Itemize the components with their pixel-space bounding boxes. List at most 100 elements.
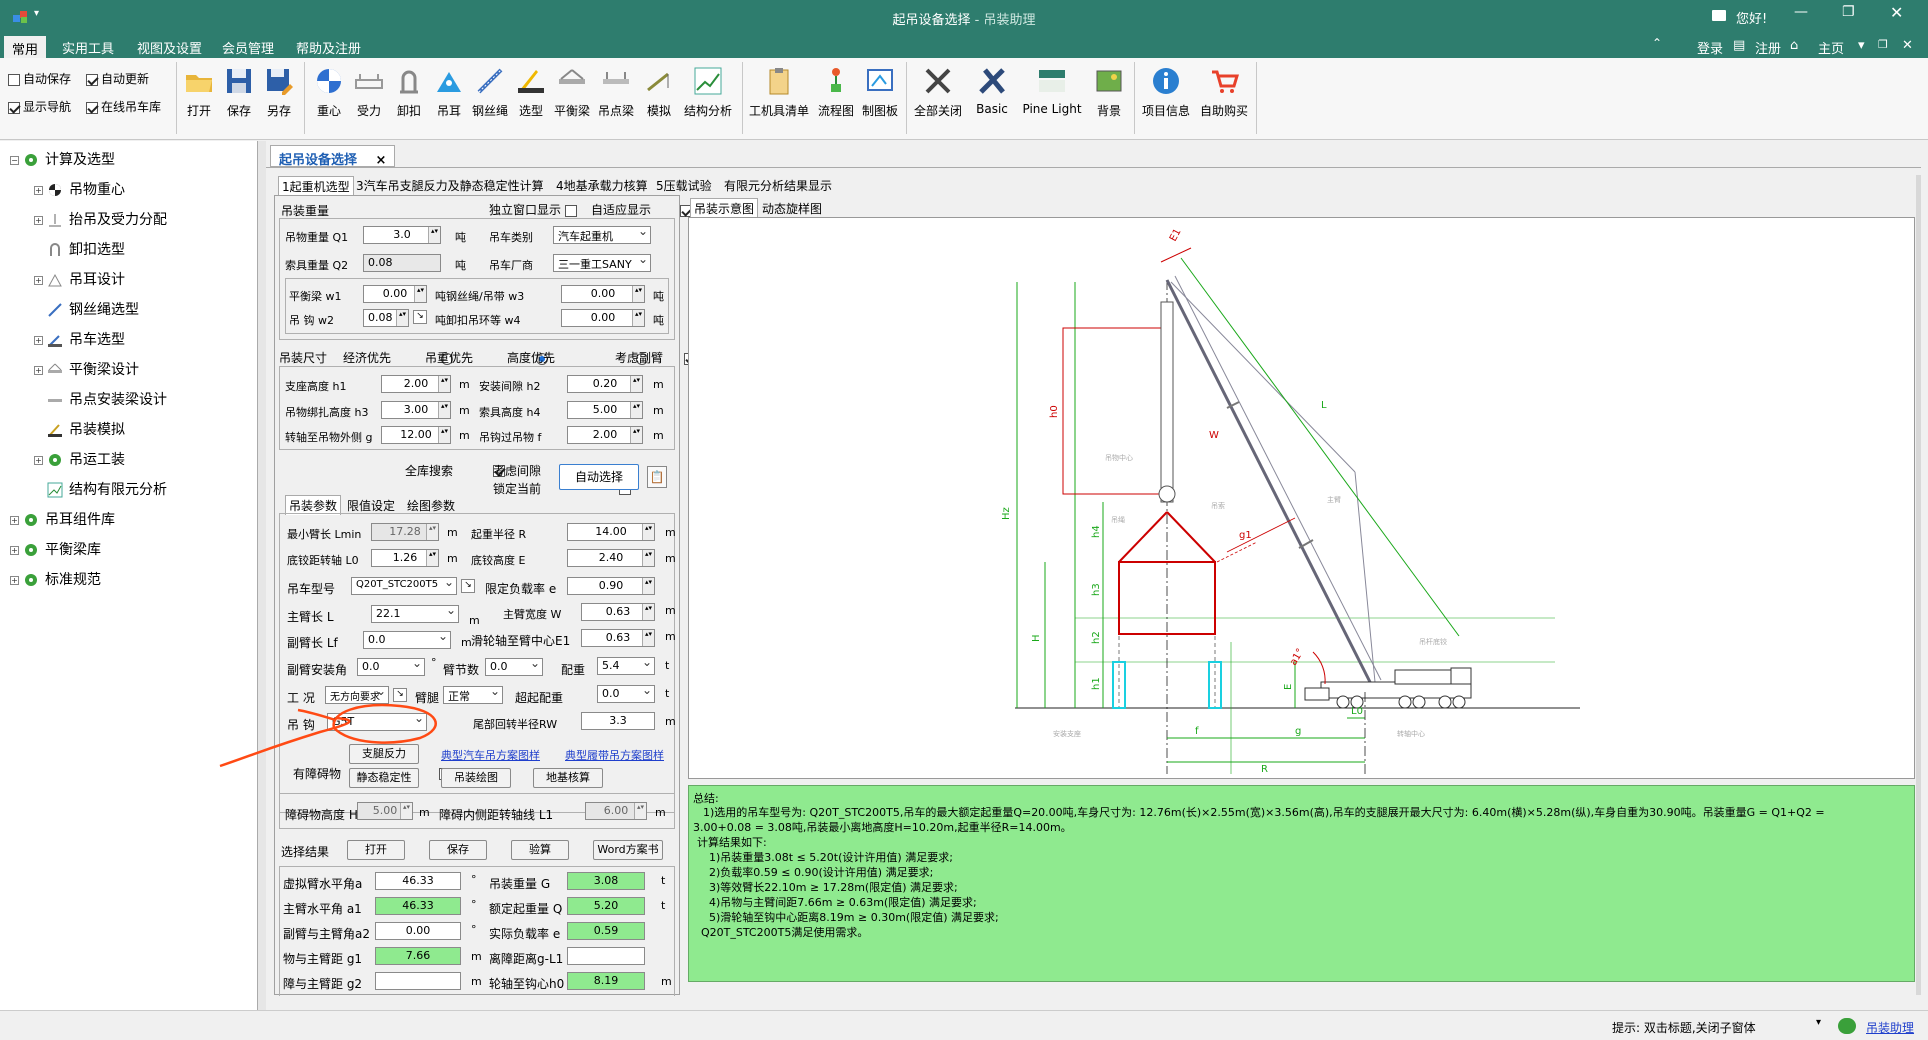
menu-view[interactable]: 视图及设置 <box>137 38 202 57</box>
lmin-input[interactable]: 17.28 <box>371 523 439 541</box>
open-button[interactable]: 打开 <box>182 66 216 119</box>
shackle-button[interactable]: 卸扣 <box>392 66 426 119</box>
balance-beam-button[interactable]: 平衡梁 <box>552 66 592 119</box>
check-autoupdate[interactable]: 自动更新 <box>86 70 149 87</box>
sections-select[interactable]: 0.0 <box>485 658 543 676</box>
tree-item-shackle[interactable]: +卸扣选型 <box>34 239 125 259</box>
save-as-button[interactable]: 另存 <box>262 66 296 119</box>
tree-item-install-beam[interactable]: +吊点安装梁设计 <box>34 389 167 409</box>
W-input[interactable]: 0.63 <box>581 603 655 621</box>
mdi-restore-icon[interactable]: ❐ <box>1878 38 1888 51</box>
params-tab-limits[interactable]: 限值设定 <box>347 497 395 514</box>
q1-input[interactable]: 3.0 <box>363 226 441 244</box>
register-link[interactable]: 注册 <box>1755 38 1781 57</box>
menu-changyong[interactable]: 常用 <box>4 36 47 58</box>
clipboard-icon[interactable]: 📋 <box>647 466 667 488</box>
menu-member[interactable]: 会员管理 <box>222 38 274 57</box>
independent-window-check[interactable] <box>565 204 577 217</box>
status-assistant-link[interactable]: 吊装助理 <box>1866 1019 1914 1036</box>
lug-button[interactable]: 吊耳 <box>432 66 466 119</box>
E-input[interactable]: 2.40 <box>567 549 655 567</box>
R-input[interactable]: 14.00 <box>567 523 655 541</box>
h4-input[interactable]: 5.00 <box>567 401 643 419</box>
w4-input[interactable]: 0.00 <box>561 309 645 327</box>
g-input[interactable]: 12.00 <box>381 426 451 444</box>
h1-input[interactable]: 2.00 <box>381 375 451 393</box>
result-save-button[interactable]: 保存 <box>429 840 487 860</box>
tree-node-calc[interactable]: − 计算及选型 <box>10 149 115 169</box>
simulate-button[interactable]: 模拟 <box>642 66 676 119</box>
center-gravity-button[interactable]: 重心 <box>312 66 346 119</box>
tree-item-lug[interactable]: + 吊耳设计 <box>34 269 125 289</box>
flowchart-button[interactable]: 流程图 <box>816 66 856 119</box>
ribbon-collapse-icon[interactable]: ⌃ <box>1652 36 1662 50</box>
calculator-icon[interactable]: ↘ <box>413 310 427 324</box>
result-open-button[interactable]: 打开 <box>347 840 405 860</box>
params-tab-drawing[interactable]: 绘图参数 <box>407 497 455 514</box>
word-report-button[interactable]: Word方案书 <box>593 840 663 860</box>
obst-l-input[interactable]: 6.00 <box>585 802 647 820</box>
maker-select[interactable]: 三一重工SANY <box>553 254 651 272</box>
tree-item-crane[interactable]: + 吊车选型 <box>34 329 125 349</box>
h2-input[interactable]: 0.20 <box>567 375 643 393</box>
tree-item-gravity[interactable]: + 吊物重心 <box>34 179 125 199</box>
model-select[interactable]: Q20T_STC200T5 <box>351 577 457 595</box>
calculator-icon[interactable]: ↘ <box>461 579 475 593</box>
save-button[interactable]: 保存 <box>222 66 256 119</box>
force-button[interactable]: 受力 <box>352 66 386 119</box>
lf-select[interactable]: 0.0 <box>363 631 451 649</box>
mdi-close-icon[interactable]: ✕ <box>1902 38 1913 53</box>
subtab-outrigger[interactable]: 3汽车吊支腿反力及静态稳定性计算 <box>356 177 544 194</box>
tree-item-tandem[interactable]: + 抬吊及受力分配 <box>34 209 167 229</box>
mdi-min-icon[interactable]: ▾ <box>1858 38 1865 53</box>
vertical-scrollbar[interactable] <box>1916 175 1921 995</box>
subtab-crane[interactable]: 1起重机选型 <box>278 176 354 197</box>
e1-input[interactable]: 0.63 <box>581 629 655 647</box>
doc-tab-crane-select[interactable]: 起吊设备选择 × <box>270 145 396 168</box>
close-all-button[interactable]: 全部关闭 <box>912 66 964 119</box>
aux-angle-select[interactable]: 0.0 <box>357 658 425 676</box>
structure-analysis-button[interactable]: 结构分析 <box>682 66 734 119</box>
diagram-tab-dynamic[interactable]: 动态旋样图 <box>762 200 822 217</box>
tree-item-simulation[interactable]: +吊装模拟 <box>34 419 125 439</box>
tool-list-button[interactable]: 工机具清单 <box>748 66 810 119</box>
subtab-fea[interactable]: 有限元分析结果显示 <box>724 177 832 194</box>
w3-input[interactable]: 0.00 <box>561 285 645 303</box>
params-tab-lifting[interactable]: 吊装参数 <box>285 495 342 515</box>
splitter[interactable] <box>258 141 266 1036</box>
subtab-ground[interactable]: 4地基承载力核算 <box>556 177 648 194</box>
obst-h-input[interactable]: 5.00 <box>357 802 413 820</box>
crawler-crane-sample-link[interactable]: 典型履带吊方案图样 <box>565 747 664 763</box>
selection-button[interactable]: 选型 <box>514 66 548 119</box>
lift-point-beam-button[interactable]: 吊点梁 <box>596 66 636 119</box>
theme-basic-button[interactable]: Basic <box>972 66 1012 116</box>
status-dropdown-icon[interactable]: ▾ <box>1816 1017 1821 1028</box>
tree-item-balance[interactable]: + 平衡梁设计 <box>34 359 139 379</box>
drawing-board-button[interactable]: 制图板 <box>860 66 900 119</box>
super-select[interactable]: 0.0 <box>597 685 655 703</box>
ground-button[interactable]: 地基核算 <box>533 768 603 788</box>
L-select[interactable]: 22.1 <box>371 605 459 623</box>
login-link[interactable]: 登录 <box>1697 38 1723 57</box>
menu-tools[interactable]: 实用工具 <box>62 38 114 57</box>
home-link[interactable]: 主页 <box>1818 38 1844 57</box>
limit-input[interactable]: 0.90 <box>567 577 655 595</box>
w2-input[interactable]: 0.08 <box>363 309 409 327</box>
h3-input[interactable]: 3.00 <box>381 401 451 419</box>
subtab-load-test[interactable]: 5压载试验 <box>656 177 712 194</box>
w1-input[interactable]: 0.00 <box>363 285 427 303</box>
tree-node-lug-lib[interactable]: + 吊耳组件库 <box>10 509 115 529</box>
leg-select[interactable]: 正常 <box>443 686 503 704</box>
check-show-nav[interactable]: 显示导航 <box>8 98 71 115</box>
counter-select[interactable]: 5.4 <box>597 657 655 675</box>
close-tab-icon[interactable]: × <box>376 153 387 168</box>
theme-pine-light-button[interactable]: Pine Light <box>1020 66 1084 116</box>
f-input[interactable]: 2.00 <box>567 426 643 444</box>
wire-rope-button[interactable]: 钢丝绳 <box>470 66 510 119</box>
tree-node-beam-lib[interactable]: + 平衡梁库 <box>10 539 101 559</box>
self-purchase-button[interactable]: 自助购买 <box>1198 66 1250 119</box>
crane-type-select[interactable]: 汽车起重机 <box>553 226 651 244</box>
l0-input[interactable]: 1.26 <box>371 549 439 567</box>
draw-button[interactable]: 吊装绘图 <box>441 768 511 788</box>
tree-item-fea[interactable]: +结构有限元分析 <box>34 479 167 499</box>
